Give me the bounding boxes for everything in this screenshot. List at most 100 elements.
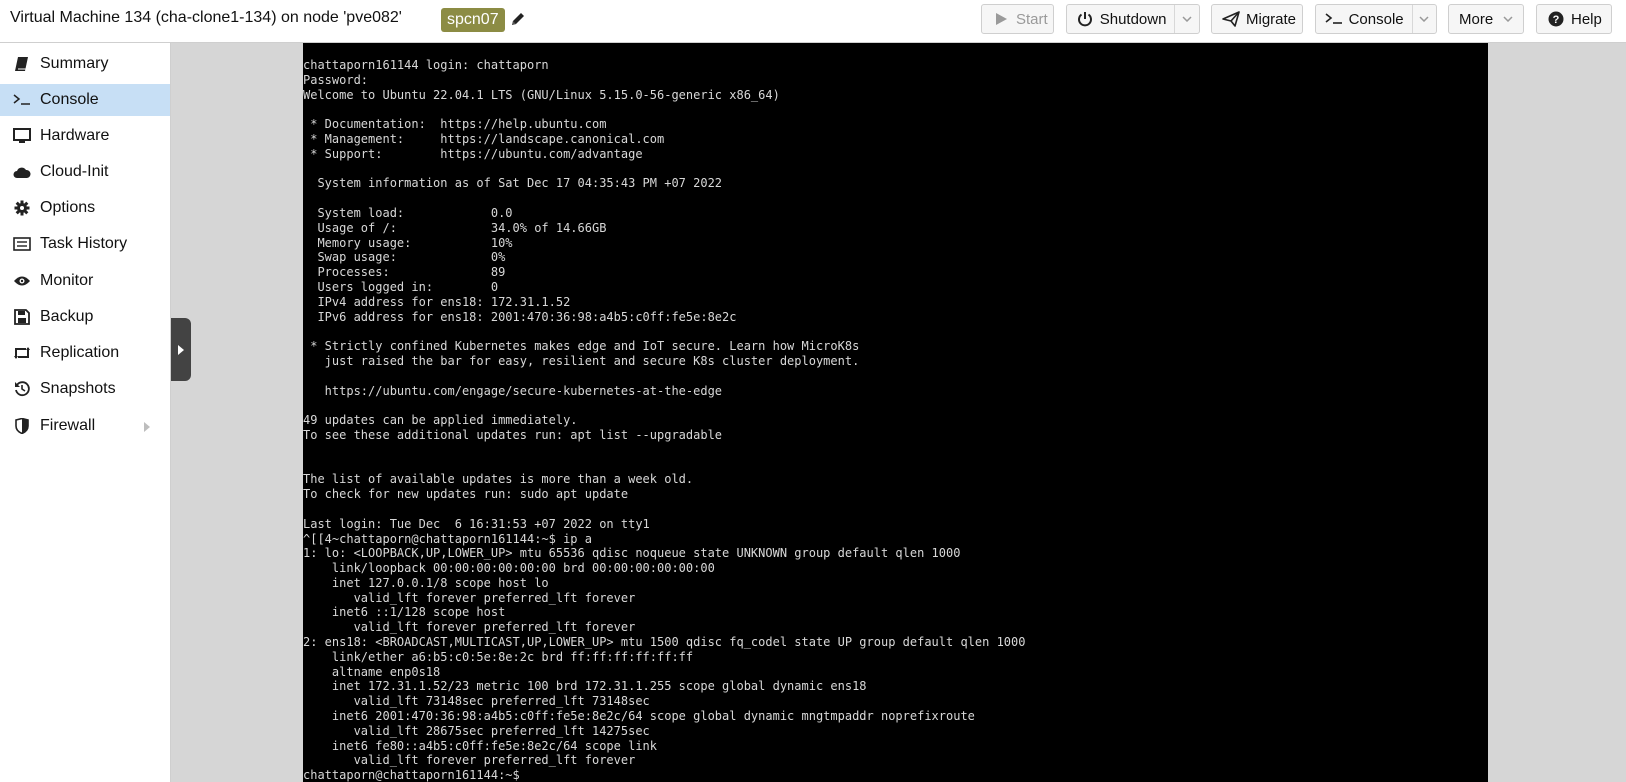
pencil-icon[interactable] — [509, 10, 527, 28]
sidebar-item-snapshots[interactable]: Snapshots — [0, 373, 170, 405]
terminal-line: inet6 2001:470:36:98:a4b5:c0ff:fe5e:8e2c… — [303, 709, 975, 724]
toolbar: Virtual Machine 134 (cha-clone1-134) on … — [0, 0, 1626, 43]
help-label: Help — [1571, 10, 1602, 28]
sidebar-item-label: Console — [40, 91, 99, 108]
terminal-line: Processes: 89 — [303, 265, 506, 280]
terminal-line: Last login: Tue Dec 6 16:31:53 +07 2022 … — [303, 516, 650, 531]
sidebar-item-task-history[interactable]: Task History — [0, 228, 170, 260]
svg-text:?: ? — [1553, 14, 1560, 26]
terminal-line: System load: 0.0 — [303, 205, 513, 220]
terminal-line: * Support: https://ubuntu.com/advantage — [303, 146, 643, 161]
terminal-line: valid_lft 73148sec preferred_lft 73148se… — [303, 694, 650, 709]
list-icon — [12, 234, 32, 254]
sidebar-item-label: Hardware — [40, 127, 110, 144]
terminal-line: chattaporn161144 login: chattaporn — [303, 58, 549, 72]
terminal-line: * Management: https://landscape.canonica… — [303, 131, 665, 146]
sidebar-collapse-handle[interactable] — [171, 318, 191, 381]
arrow-right-icon — [178, 344, 184, 355]
terminal-line: To check for new updates run: sudo apt u… — [303, 487, 629, 502]
sidebar-item-hardware[interactable]: Hardware — [0, 120, 170, 152]
start-button[interactable]: Start — [981, 4, 1054, 34]
terminal-line: IPv6 address for ens18: 2001:470:36:98:a… — [303, 309, 737, 324]
terminal-line: ^[[4~chattaporn@chattaporn161144:~$ ip a — [303, 531, 592, 546]
monitor-icon — [12, 126, 32, 146]
chevron-down-icon — [1419, 16, 1429, 22]
sidebar-item-cloud-init[interactable]: Cloud-Init — [0, 156, 170, 188]
sidebar-item-backup[interactable]: Backup — [0, 301, 170, 333]
shutdown-dropdown[interactable] — [1174, 5, 1199, 33]
help-icon: ? — [1545, 8, 1567, 30]
sidebar-item-label: Backup — [40, 308, 94, 325]
terminal-line: inet 127.0.0.1/8 scope host lo — [303, 575, 549, 590]
terminal-line: To see these additional updates run: apt… — [303, 427, 723, 442]
history-icon — [12, 379, 32, 399]
shutdown-button[interactable]: Shutdown — [1066, 4, 1200, 34]
sidebar-item-replication[interactable]: Replication — [0, 337, 170, 369]
send-icon — [1220, 8, 1242, 30]
console-dropdown[interactable] — [1411, 5, 1436, 33]
migrate-button[interactable]: Migrate — [1211, 4, 1303, 34]
terminal-icon — [12, 90, 32, 110]
sidebar-item-label: Task History — [40, 235, 128, 252]
terminal-line: Password: — [303, 72, 369, 87]
terminal-line: just raised the bar for easy, resilient … — [303, 353, 860, 368]
tag-badge[interactable]: spcn07 — [441, 8, 505, 32]
terminal-line: link/loopback 00:00:00:00:00:00 brd 00:0… — [303, 561, 715, 576]
terminal-line: valid_lft forever preferred_lft forever — [303, 590, 636, 605]
terminal-line: * Documentation: https://help.ubuntu.com — [303, 117, 607, 132]
sidebar: Summary Console Hardware Cloud-Init Opti… — [0, 43, 171, 782]
chevron-down-icon — [1503, 16, 1513, 22]
sidebar-item-summary[interactable]: Summary — [0, 48, 170, 80]
terminal-line: 2: ens18: <BROADCAST,MULTICAST,UP,LOWER_… — [303, 635, 1026, 650]
sidebar-item-label: Cloud-Init — [40, 163, 109, 180]
sidebar-item-label: Monitor — [40, 272, 94, 289]
terminal-line: valid_lft 28675sec preferred_lft 14275se… — [303, 723, 650, 738]
terminal-line: inet6 ::1/128 scope host — [303, 605, 506, 620]
terminal-line: link/ether a6:b5:c0:5e:8e:2c brd ff:ff:f… — [303, 649, 694, 664]
sidebar-item-monitor[interactable]: Monitor — [0, 265, 170, 297]
start-label: Start — [1016, 10, 1048, 28]
cloud-icon — [12, 162, 32, 182]
expand-arrow-icon[interactable] — [144, 422, 150, 432]
vnc-console-screen[interactable]: chattaporn161144 login: chattaporn Passwo… — [303, 43, 1488, 782]
console-button[interactable]: Console — [1315, 4, 1437, 34]
more-button[interactable]: More — [1448, 4, 1524, 34]
terminal-line: 49 updates can be applied immediately. — [303, 413, 578, 428]
chevron-down-icon — [1182, 16, 1192, 22]
sidebar-item-label: Summary — [40, 55, 109, 72]
terminal-line: valid_lft forever preferred_lft forever — [303, 753, 636, 768]
sidebar-item-firewall[interactable]: Firewall — [0, 410, 170, 442]
terminal-line: inet 172.31.1.52/23 metric 100 brd 172.3… — [303, 679, 867, 694]
help-button[interactable]: ? Help — [1536, 4, 1612, 34]
terminal-line: System information as of Sat Dec 17 04:3… — [303, 176, 723, 191]
sidebar-item-label: Replication — [40, 344, 120, 361]
terminal-output: chattaporn161144 login: chattaporn Passwo… — [303, 58, 1025, 782]
terminal-line: Welcome to Ubuntu 22.04.1 LTS (GNU/Linux… — [303, 87, 780, 102]
sidebar-item-options[interactable]: Options — [0, 192, 170, 224]
terminal-line: chattaporn@chattaporn161144:~$ — [303, 768, 520, 782]
terminal-line: valid_lft forever preferred_lft forever — [303, 620, 636, 635]
terminal-line: Usage of /: 34.0% of 14.66GB — [303, 220, 607, 235]
terminal-line: 1: lo: <LOOPBACK,UP,LOWER_UP> mtu 65536 … — [303, 546, 961, 561]
terminal-line: Memory usage: 10% — [303, 235, 513, 250]
floppy-icon — [12, 307, 32, 327]
retweet-icon — [12, 343, 32, 363]
shutdown-label: Shutdown — [1099, 10, 1167, 28]
power-icon — [1075, 8, 1096, 30]
terminal-line: inet6 fe80::a4b5:c0ff:fe5e:8e2c/64 scope… — [303, 738, 658, 753]
terminal-line: https://ubuntu.com/engage/secure-kuberne… — [303, 383, 723, 398]
sidebar-item-label: Snapshots — [40, 380, 116, 397]
play-icon — [990, 8, 1012, 30]
terminal-line: * Strictly confined Kubernetes makes edg… — [303, 339, 860, 354]
sidebar-item-console[interactable]: Console — [0, 84, 170, 116]
terminal-line: altname enp0s18 — [303, 664, 441, 679]
terminal-line: The list of available updates is more th… — [303, 472, 694, 487]
terminal-line: IPv4 address for ens18: 172.31.1.52 — [303, 294, 571, 309]
